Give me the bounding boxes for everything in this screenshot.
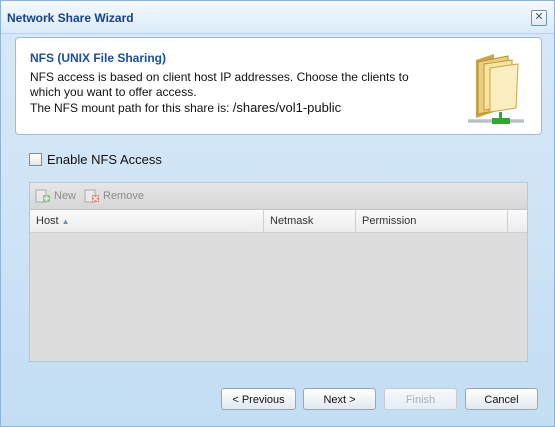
previous-button[interactable]: < Previous	[221, 388, 296, 410]
info-panel: NFS (UNIX File Sharing) NFS access is ba…	[15, 37, 542, 135]
remove-label: Remove	[103, 190, 144, 202]
window-title: Network Share Wizard	[7, 11, 134, 25]
info-heading: NFS (UNIX File Sharing)	[30, 51, 167, 65]
cancel-button[interactable]: Cancel	[465, 388, 538, 410]
remove-button[interactable]: Remove	[84, 189, 144, 203]
remove-icon	[84, 189, 99, 203]
close-button[interactable]: ✕	[531, 10, 547, 26]
enable-nfs-label: Enable NFS Access	[47, 152, 162, 167]
new-button[interactable]: New	[35, 189, 76, 203]
column-spacer	[508, 210, 527, 232]
column-host-label: Host	[36, 215, 59, 227]
enable-nfs-checkbox[interactable]: Enable NFS Access	[29, 152, 162, 167]
checkbox-box[interactable]	[29, 153, 42, 166]
new-label: New	[54, 190, 77, 202]
folder-network-icon	[468, 54, 524, 124]
grid-body	[30, 233, 527, 361]
mount-path-line: The NFS mount path for this share is: /s…	[30, 100, 410, 116]
grid-toolbar: New Remove	[30, 183, 527, 210]
wizard-window: Network Share Wizard ✕ NFS (UNIX File Sh…	[0, 0, 555, 427]
column-host[interactable]: Host ▲	[30, 210, 264, 232]
clients-grid: New Remove Host ▲ Netmask Permission	[29, 182, 528, 362]
info-description: NFS access is based on client host IP ad…	[30, 70, 409, 99]
mount-path-value: /shares/vol1-public	[232, 100, 342, 115]
next-button[interactable]: Next >	[303, 388, 376, 410]
mount-path-label: The NFS mount path for this share is:	[30, 101, 233, 115]
sort-ascending-icon: ▲	[61, 217, 70, 226]
grid-header: Host ▲ Netmask Permission	[30, 210, 527, 233]
title-bar[interactable]: Network Share Wizard ✕	[1, 1, 554, 34]
column-permission[interactable]: Permission	[356, 210, 508, 232]
finish-button[interactable]: Finish	[384, 388, 457, 410]
add-icon	[35, 189, 50, 203]
column-netmask[interactable]: Netmask	[264, 210, 356, 232]
